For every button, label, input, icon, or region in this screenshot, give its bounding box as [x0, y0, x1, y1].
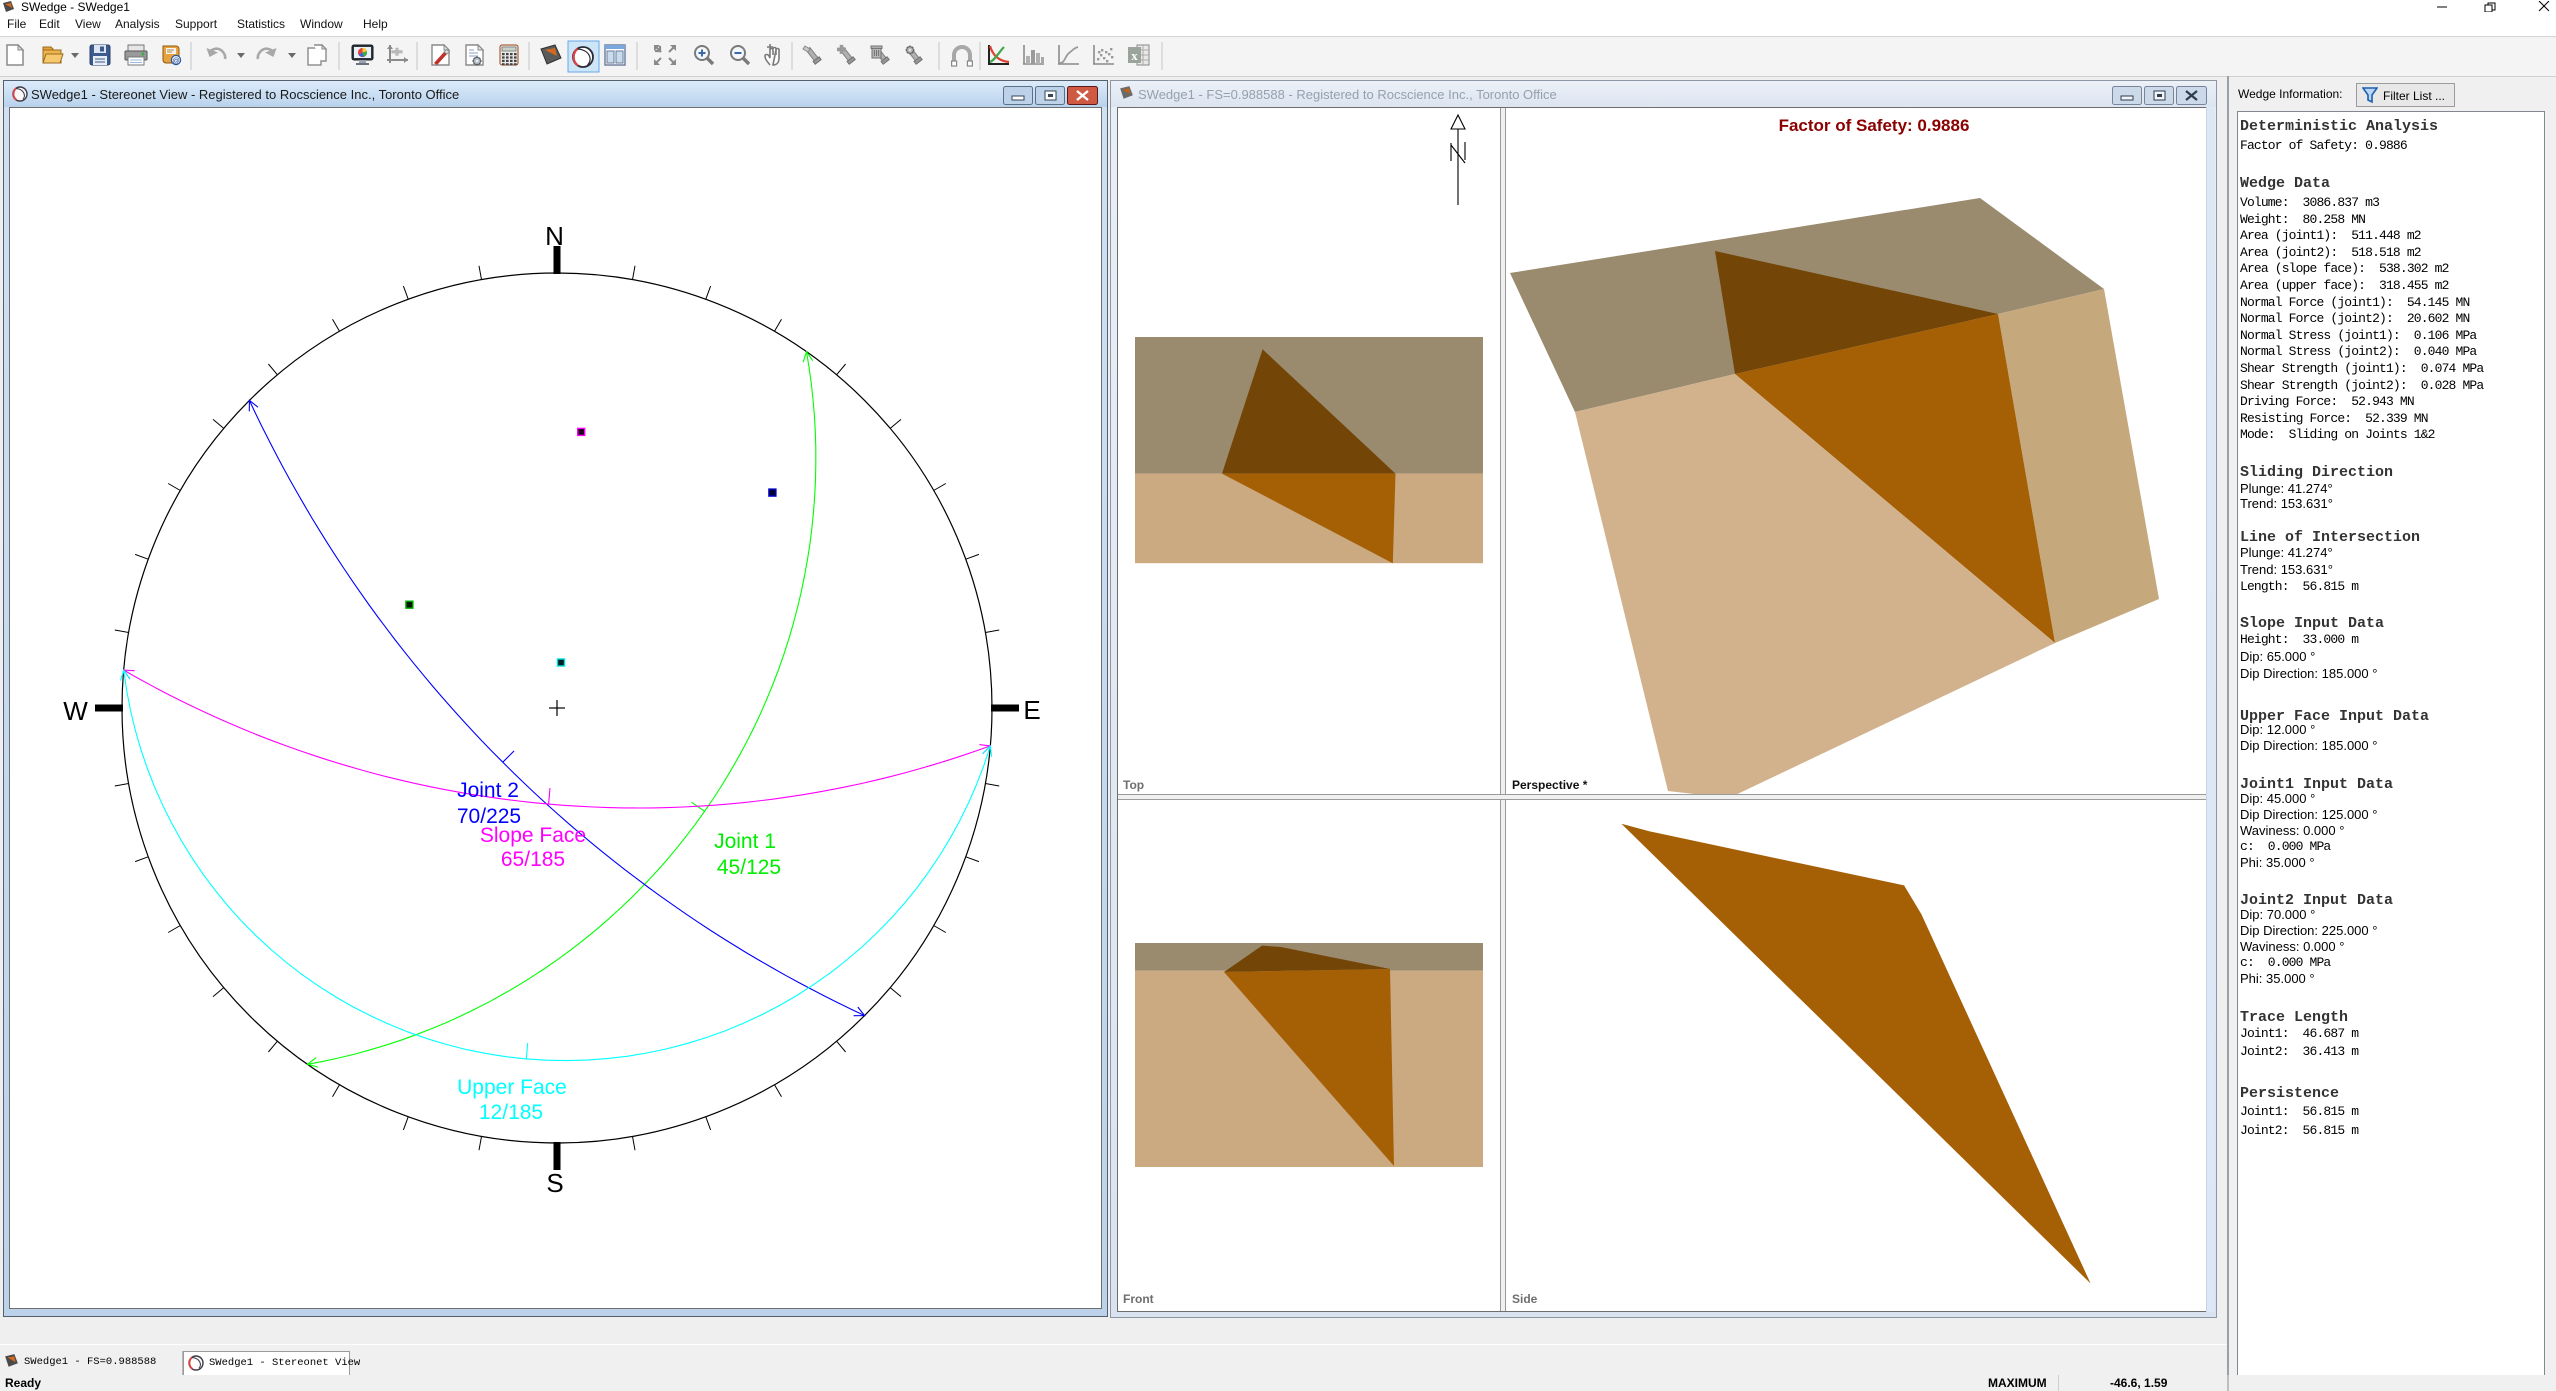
svg-text:45/125: 45/125	[717, 856, 781, 879]
svg-text:S: S	[546, 1168, 563, 1198]
svg-text:@: @	[172, 56, 180, 65]
svg-text:W: W	[63, 696, 88, 726]
svg-text:Upper Face: Upper Face	[457, 1076, 567, 1099]
svg-text:12/185: 12/185	[479, 1101, 543, 1124]
svg-text:Joint 2: Joint 2	[457, 779, 519, 802]
svg-text:N: N	[545, 221, 564, 251]
svg-text:Slope Face: Slope Face	[480, 824, 586, 847]
svg-text:65/185: 65/185	[501, 848, 565, 871]
svg-text:E: E	[1023, 695, 1040, 725]
svg-text:Joint 1: Joint 1	[714, 830, 776, 853]
svg-text:x: x	[1131, 48, 1138, 63]
